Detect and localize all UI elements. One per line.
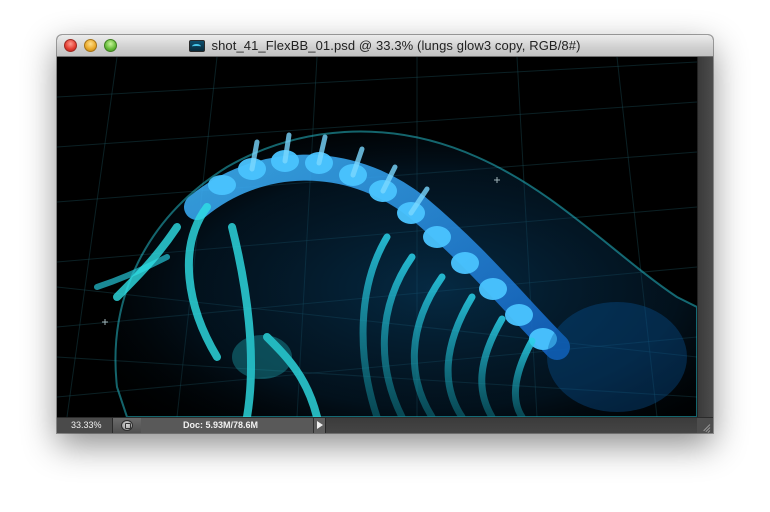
document-canvas[interactable]	[57, 57, 697, 417]
title-bar[interactable]: shot_41_FlexBB_01.psd @ 33.3% (lungs glo…	[57, 35, 713, 57]
vertical-scrollbar[interactable]	[697, 57, 713, 417]
window-title: shot_41_FlexBB_01.psd @ 33.3% (lungs glo…	[211, 38, 581, 53]
photoshop-document-window: shot_41_FlexBB_01.psd @ 33.3% (lungs glo…	[57, 35, 713, 433]
photoshop-document-icon	[189, 39, 206, 52]
resize-grip-icon[interactable]	[697, 418, 713, 433]
horizontal-scrollbar[interactable]	[325, 418, 698, 433]
title-wrap: shot_41_FlexBB_01.psd @ 33.3% (lungs glo…	[57, 35, 713, 56]
status-info-icon[interactable]	[121, 420, 133, 431]
status-bar: 33.33% Doc: 5.93M/78.6M	[57, 417, 713, 433]
zoom-level-field[interactable]: 33.33%	[57, 418, 113, 433]
xray-skeleton-artwork	[57, 57, 697, 417]
document-size-readout: Doc: 5.93M/78.6M	[141, 418, 313, 433]
